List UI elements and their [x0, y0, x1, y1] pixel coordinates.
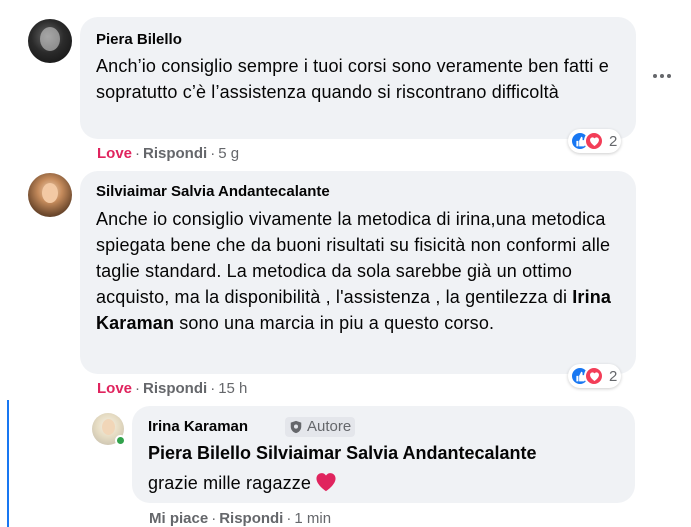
- mention-link[interactable]: Piera Bilello Silviaimar Salvia Andantec…: [148, 441, 537, 465]
- online-status-icon: [115, 435, 126, 446]
- avatar[interactable]: [28, 19, 72, 63]
- reaction-count: 2: [609, 132, 618, 150]
- comment-actions: Love · Rispondi · 5 g: [97, 145, 240, 162]
- reply-bubble: Irina Karaman Autore Piera Bilello Silvi…: [132, 406, 635, 503]
- reaction-count: 2: [609, 367, 618, 385]
- avatar-photo: [42, 183, 58, 203]
- reply-author[interactable]: Irina Karaman: [148, 417, 248, 437]
- timestamp[interactable]: 5 g: [218, 145, 239, 162]
- avatar-photo: [102, 419, 115, 435]
- badge-label: Autore: [307, 418, 352, 435]
- reply-actions: Mi piace · Rispondi · 1 min: [149, 510, 332, 527]
- thread-indicator: [7, 400, 9, 527]
- comment-text: Anche io consiglio vivamente la metodica…: [96, 209, 612, 333]
- comment-actions: Love · Rispondi · 15 h: [97, 380, 248, 397]
- love-icon: [584, 366, 604, 386]
- avatar[interactable]: [92, 413, 126, 446]
- love-icon: [584, 131, 604, 151]
- reply-button[interactable]: Rispondi: [143, 380, 207, 397]
- comment-text: Anch’io consiglio sempre i tuoi corsi so…: [96, 56, 609, 102]
- author-badge: Autore: [285, 417, 356, 437]
- reactions-summary[interactable]: 2: [568, 364, 622, 388]
- red-heart-icon: [316, 473, 336, 492]
- timestamp[interactable]: 1 min: [294, 510, 331, 527]
- love-button[interactable]: Love: [97, 145, 132, 162]
- comment-bubble: Silviaimar Salvia Andantecalante Anche i…: [80, 171, 636, 374]
- comment-bubble: Piera Bilello Anch’io consiglio sempre i…: [80, 17, 636, 139]
- love-button[interactable]: Love: [97, 380, 132, 397]
- more-horizontal-icon: [653, 74, 657, 78]
- shield-icon: [290, 420, 302, 434]
- reply-text: grazie mille ragazze: [148, 470, 618, 496]
- comment-author[interactable]: Silviaimar Salvia Andantecalante: [96, 182, 330, 202]
- like-button[interactable]: Mi piace: [149, 510, 208, 527]
- reactions-summary[interactable]: 2: [568, 129, 622, 153]
- comment-author[interactable]: Piera Bilello: [96, 30, 182, 50]
- reply-button[interactable]: Rispondi: [219, 510, 283, 527]
- more-options-button[interactable]: [650, 66, 674, 86]
- timestamp[interactable]: 15 h: [218, 380, 247, 397]
- avatar-photo: [40, 27, 60, 51]
- reply-button[interactable]: Rispondi: [143, 145, 207, 162]
- avatar[interactable]: [28, 173, 72, 217]
